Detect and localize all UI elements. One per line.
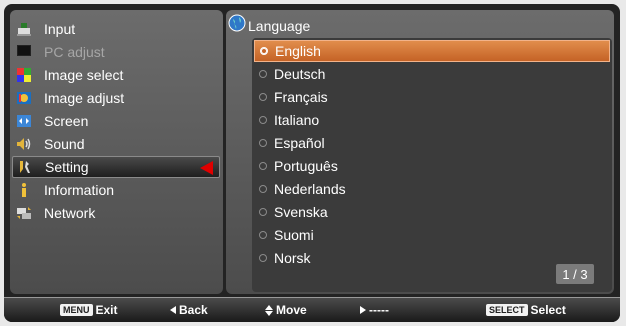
language-option-label: Norsk [274,250,311,266]
image-adjust-icon [16,90,32,106]
submenu-title: Language [248,17,311,34]
language-option-english[interactable]: English [254,40,610,62]
network-icon [16,205,32,221]
submenu-header: Language [228,14,310,37]
setting-icon [17,159,33,175]
screen-icon [16,113,32,129]
projector-osd-menu: Input PC adjust Image select Image adjus… [4,4,620,322]
language-option-italiano[interactable]: Italiano [254,109,610,131]
move-label: Move [276,303,307,317]
menu-item-network[interactable]: Network [16,202,220,224]
menu-item-label: Setting [45,159,89,175]
language-option-label: Português [274,158,338,174]
image-select-icon [16,67,32,83]
language-submenu-panel: Language English Deutsch Français Italia… [226,10,614,294]
back-label: Back [179,303,208,317]
language-option-label: Svenska [274,204,328,220]
up-down-arrow-icon [265,304,273,316]
select-key-badge: SELECT [486,304,528,316]
radio-icon [259,254,267,262]
menu-item-pc-adjust[interactable]: PC adjust [16,41,220,63]
right-arrow-icon [360,306,366,314]
pc-adjust-icon [16,44,32,60]
menu-key-badge: MENU [60,304,93,316]
language-option-suomi[interactable]: Suomi [254,224,610,246]
language-option-label: Français [274,89,328,105]
radio-icon [259,116,267,124]
radio-icon [259,185,267,193]
menu-item-screen[interactable]: Screen [16,110,220,132]
information-icon [16,182,32,198]
language-option-label: English [275,43,321,59]
left-arrow-icon [170,306,176,314]
menu-item-input[interactable]: Input [16,18,220,40]
globe-icon [228,14,246,37]
exit-label: Exit [95,303,118,317]
radio-icon [259,93,267,101]
menu-item-label: Image adjust [44,90,125,106]
radio-icon [260,47,268,55]
menu-item-image-adjust[interactable]: Image adjust [16,87,220,109]
menu-item-label: Network [44,205,96,221]
language-option-label: Español [274,135,325,151]
language-option-label: Suomi [274,227,314,243]
back-hint: Back [170,303,208,317]
main-menu-panel: Input PC adjust Image select Image adjus… [10,10,223,294]
language-option-label: Italiano [274,112,320,128]
radio-icon [259,208,267,216]
menu-item-label: Sound [44,136,85,152]
menu-item-label: Screen [44,113,89,129]
radio-icon [259,162,267,170]
move-hint: Move [265,303,307,317]
menu-item-information[interactable]: Information [16,179,220,201]
select-label: Select [530,303,566,317]
menu-item-label: Information [44,182,115,198]
menu-item-setting[interactable]: Setting [12,156,220,178]
language-option-deutsch[interactable]: Deutsch [254,63,610,85]
menu-item-image-select[interactable]: Image select [16,64,220,86]
language-option-label: Deutsch [274,66,326,82]
button-guide-bar: MENU Exit Back Move ----- SELECT Select [4,297,620,322]
language-option-label: Nederlands [274,181,346,197]
language-option-francais[interactable]: Français [254,86,610,108]
exit-hint: MENU Exit [60,303,118,317]
input-icon [16,21,32,37]
menu-item-label: Image select [44,67,124,83]
radio-icon [259,231,267,239]
menu-item-label: PC adjust [44,44,105,60]
menu-item-sound[interactable]: Sound [16,133,220,155]
selection-pointer-icon [200,161,213,175]
page-indicator: 1 / 3 [556,264,594,284]
select-hint: SELECT Select [486,303,566,317]
language-option-svenska[interactable]: Svenska [254,201,610,223]
menu-item-label: Input [44,21,76,37]
right-hint: ----- [360,303,389,317]
language-option-portugues[interactable]: Português [254,155,610,177]
radio-icon [259,139,267,147]
sound-icon [16,136,32,152]
language-option-nederlands[interactable]: Nederlands [254,178,610,200]
language-option-espanol[interactable]: Español [254,132,610,154]
right-label: ----- [369,303,389,317]
language-list: English Deutsch Français Italiano Españo… [252,38,612,292]
radio-icon [259,70,267,78]
